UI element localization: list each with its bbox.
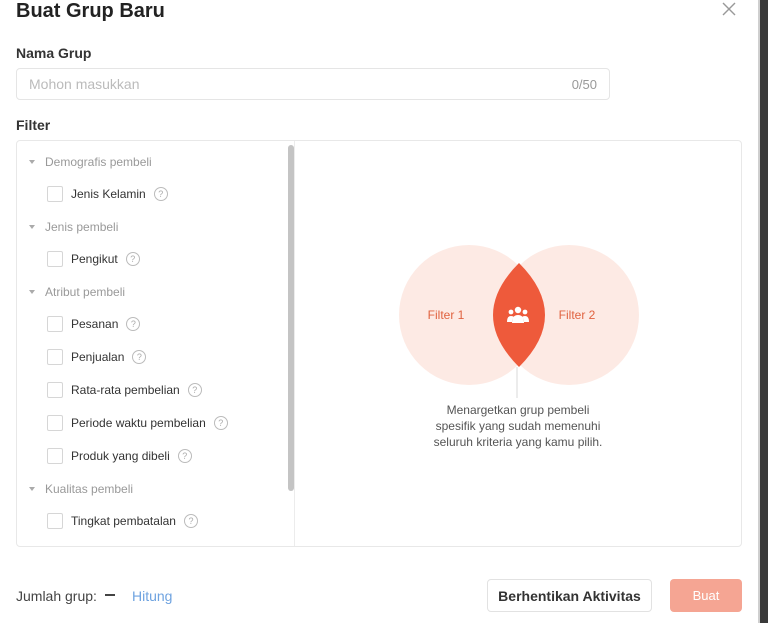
calculate-link[interactable]: Hitung (132, 588, 172, 604)
question-circle-icon[interactable]: ? (213, 416, 228, 430)
char-counter: 0/50 (571, 77, 597, 92)
question-circle-icon[interactable]: ? (132, 350, 147, 364)
filter-option-label: Pesanan (71, 317, 119, 331)
panel-divider (294, 141, 295, 546)
group-count-label: Jumlah grup: (16, 588, 97, 604)
checkbox[interactable] (47, 513, 63, 529)
filter-option-follower[interactable]: Pengikut ? (47, 251, 140, 267)
filter-option-sales[interactable]: Penjualan ? (47, 349, 147, 365)
filter-option-cancellation-rate[interactable]: Tingkat pembatalan ? (47, 513, 198, 529)
filter-option-gender[interactable]: Jenis Kelamin ? (47, 186, 168, 202)
venn-label-filter2: Filter 2 (559, 308, 596, 322)
group-name-field[interactable]: 0/50 (16, 68, 610, 100)
question-circle-icon[interactable]: ? (126, 317, 141, 331)
checkbox[interactable] (47, 186, 63, 202)
venn-description-line: spesifik yang sudah memenuhi (435, 419, 601, 433)
filter-option-purchase-period[interactable]: Periode waktu pembelian ? (47, 415, 228, 431)
filter-group-demographics[interactable]: Demografis pembeli (29, 155, 152, 169)
venn-description-line: seluruh kriteria yang kamu pilih. (433, 435, 603, 449)
filter-option-label: Tingkat pembatalan (71, 514, 176, 528)
group-name-input[interactable] (29, 69, 549, 99)
checkbox[interactable] (47, 349, 63, 365)
filter-group-buyer-attributes[interactable]: Atribut pembeli (29, 285, 125, 299)
create-button[interactable]: Buat (670, 579, 742, 612)
venn-label-filter1: Filter 1 (428, 308, 465, 322)
filter-option-orders[interactable]: Pesanan ? (47, 316, 141, 332)
venn-diagram: Filter 1 Filter 2 (399, 245, 639, 398)
checkbox[interactable] (47, 448, 63, 464)
filter-option-label: Penjualan (71, 350, 125, 364)
stop-activity-button[interactable]: Berhentikan Aktivitas (487, 579, 652, 612)
filter-group-buyer-quality[interactable]: Kualitas pembeli (29, 482, 133, 496)
window-edge-highlight (758, 0, 760, 623)
caret-down-icon (29, 160, 35, 164)
filter-group-title: Atribut pembeli (45, 285, 126, 299)
filter-group-title: Jenis pembeli (45, 220, 119, 234)
caret-down-icon (29, 225, 35, 229)
filter-option-products-bought[interactable]: Produk yang dibeli ? (47, 448, 192, 464)
venn-description: Menargetkan grup pembeli spesifik yang s… (418, 402, 618, 450)
filter-option-label: Periode waktu pembelian (71, 416, 206, 430)
filter-group-buyer-type[interactable]: Jenis pembeli (29, 220, 118, 234)
close-icon[interactable] (719, 0, 739, 20)
filter-option-average-purchase[interactable]: Rata-rata pembelian ? (47, 382, 202, 398)
checkbox[interactable] (47, 415, 63, 431)
question-circle-icon[interactable]: ? (177, 449, 192, 463)
question-circle-icon[interactable]: ? (183, 514, 198, 528)
caret-down-icon (29, 290, 35, 294)
filter-option-label: Jenis Kelamin (71, 187, 146, 201)
close-button[interactable] (719, 0, 739, 20)
caret-down-icon (29, 487, 35, 491)
group-name-label: Nama Grup (16, 45, 92, 61)
filter-option-label: Rata-rata pembelian (71, 383, 180, 397)
venn-description-line: Menargetkan grup pembeli (446, 403, 590, 417)
filter-label: Filter (16, 117, 51, 133)
checkbox[interactable] (47, 316, 63, 332)
filter-group-title: Demografis pembeli (45, 155, 152, 169)
filter-list[interactable]: Demografis pembeli Jenis Kelamin ? Jenis… (17, 141, 295, 546)
group-count-value (105, 594, 115, 596)
question-circle-icon[interactable]: ? (153, 187, 168, 201)
question-circle-icon[interactable]: ? (125, 252, 140, 266)
filter-option-label: Pengikut (71, 252, 118, 266)
dialog-title: Buat Grup Baru (16, 0, 165, 22)
filter-option-label: Produk yang dibeli (71, 449, 170, 463)
checkbox[interactable] (47, 382, 63, 398)
question-circle-icon[interactable]: ? (187, 383, 202, 397)
filter-group-title: Kualitas pembeli (45, 482, 134, 496)
checkbox[interactable] (47, 251, 63, 267)
